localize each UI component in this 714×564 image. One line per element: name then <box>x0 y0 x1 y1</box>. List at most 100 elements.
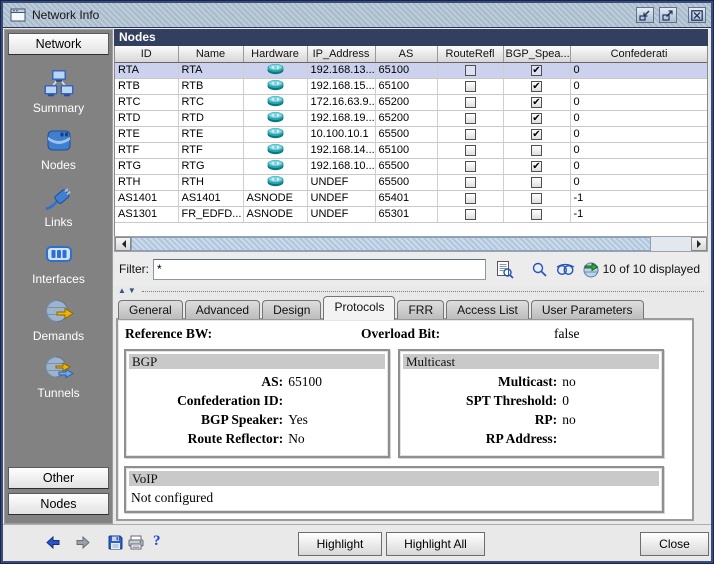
save-icon[interactable] <box>108 535 123 550</box>
column-header-name[interactable]: Name <box>178 46 243 62</box>
table-row-rtg[interactable]: RTGRTG192.168.10...65500✔0 <box>115 158 708 174</box>
column-header-hardware[interactable]: Hardware <box>243 46 307 62</box>
cell-confederation: 0 <box>570 174 708 190</box>
route-reflector-checkbox[interactable] <box>465 177 476 188</box>
cell-confederation: -1 <box>570 190 708 206</box>
bgp-speaker-checkbox[interactable]: ✔ <box>531 129 542 140</box>
router-icon <box>267 162 284 174</box>
tab-protocols[interactable]: Protocols <box>323 296 395 320</box>
highlight-all-button[interactable]: Highlight All <box>386 532 485 556</box>
highlight-button[interactable]: Highlight <box>298 532 382 556</box>
print-icon[interactable] <box>128 535 144 550</box>
tab-access-list[interactable]: Access List <box>446 300 529 319</box>
table-row-rtb[interactable]: RTBRTB192.168.15...65100✔0 <box>115 78 708 94</box>
bgp-field-label: Route Reflector: <box>126 429 283 448</box>
report-preview-icon[interactable] <box>495 260 514 279</box>
column-header-ip-address[interactable]: IP_Address <box>307 46 375 62</box>
route-reflector-checkbox[interactable] <box>465 81 476 92</box>
table-row-rtc[interactable]: RTCRTC172.16.63.9..65200✔0 <box>115 94 708 110</box>
cell-as: 65401 <box>375 190 437 206</box>
back-icon[interactable] <box>45 535 61 550</box>
summary-icon <box>44 68 74 99</box>
bgp-speaker-checkbox[interactable]: ✔ <box>531 97 542 108</box>
multicast-field-label: RP Address: <box>400 429 557 448</box>
tab-frr[interactable]: FRR <box>397 300 444 319</box>
cell-confederation: 0 <box>570 142 708 158</box>
cell-id: RTA <box>115 62 178 78</box>
route-reflector-checkbox[interactable] <box>465 65 476 76</box>
table-row-as1401[interactable]: AS1401AS1401ASNODEUNDEF65401-1 <box>115 190 708 206</box>
table-row-as1301[interactable]: AS1301FR_EDFD...ASNODEUNDEF65301-1 <box>115 206 708 222</box>
column-header-bgp-spea[interactable]: BGP_Spea... <box>503 46 570 62</box>
help-icon[interactable]: ? <box>153 533 161 550</box>
scroll-left-icon[interactable] <box>115 237 131 251</box>
route-reflector-checkbox[interactable] <box>465 113 476 124</box>
bgp-speaker-checkbox[interactable]: ✔ <box>531 113 542 124</box>
sidebar-item-links[interactable]: Links <box>5 182 112 229</box>
zoom-icon[interactable] <box>531 261 548 278</box>
column-header-routerefl[interactable]: RouteRefl <box>437 46 503 62</box>
sidebar-item-nodes[interactable]: Nodes <box>5 125 112 172</box>
multicast-field: RP:no <box>400 410 662 429</box>
table-horizontal-scrollbar[interactable] <box>114 236 708 252</box>
bgp-speaker-checkbox[interactable]: ✔ <box>531 65 542 76</box>
table-row-rth[interactable]: RTHRTHUNDEF655000 <box>115 174 708 190</box>
sidebar-item-interfaces[interactable]: Interfaces <box>5 239 112 286</box>
cell-hardware <box>243 158 307 174</box>
column-header-as[interactable]: AS <box>375 46 437 62</box>
bgp-speaker-checkbox[interactable] <box>531 145 542 156</box>
table-row-rta[interactable]: RTARTA192.168.13...65100✔0 <box>115 62 708 78</box>
nodes-panel-title: Nodes <box>114 29 708 46</box>
bgp-speaker-checkbox[interactable] <box>531 193 542 204</box>
table-row-rte[interactable]: RTERTE10.100.10.165500✔0 <box>115 126 708 142</box>
restore-icon[interactable] <box>659 7 677 23</box>
cell-hardware <box>243 62 307 78</box>
column-header-id[interactable]: ID <box>115 46 178 62</box>
route-reflector-checkbox[interactable] <box>465 145 476 156</box>
bgp-speaker-checkbox[interactable]: ✔ <box>531 81 542 92</box>
other-button[interactable]: Other <box>8 467 109 489</box>
nodes-table: IDNameHardwareIP_AddressASRouteReflBGP_S… <box>114 46 708 236</box>
bgp-speaker-checkbox[interactable] <box>531 209 542 220</box>
sidebar-item-label: Interfaces <box>32 272 85 286</box>
route-reflector-checkbox[interactable] <box>465 193 476 204</box>
cell-ip-address: UNDEF <box>307 206 375 222</box>
zoom-area-icon[interactable] <box>555 261 575 278</box>
route-reflector-checkbox[interactable] <box>465 97 476 108</box>
splitter-collapse-icons[interactable]: ▲▼ <box>118 287 138 295</box>
tab-general[interactable]: General <box>118 300 183 319</box>
scrollbar-thumb[interactable] <box>131 237 651 251</box>
forward-icon[interactable] <box>75 535 91 550</box>
table-row-rtf[interactable]: RTFRTF192.168.14...651000 <box>115 142 708 158</box>
network-button[interactable]: Network <box>8 33 109 55</box>
filter-input[interactable] <box>153 259 486 280</box>
sidebar-item-tunnels[interactable]: Tunnels <box>5 353 112 400</box>
router-icon <box>267 130 284 142</box>
world-refresh-icon[interactable] <box>582 261 600 278</box>
overload-bit-label: Overload Bit: <box>361 326 440 342</box>
route-reflector-checkbox[interactable] <box>465 129 476 140</box>
column-header-confederati[interactable]: Confederati <box>570 46 708 62</box>
sidebar-item-demands[interactable]: Demands <box>5 296 112 343</box>
bgp-speaker-checkbox[interactable]: ✔ <box>531 161 542 172</box>
route-reflector-checkbox[interactable] <box>465 209 476 220</box>
minimize-icon[interactable] <box>636 7 654 23</box>
nodes-view-button[interactable]: Nodes <box>8 493 109 515</box>
cell-name: RTE <box>178 126 243 142</box>
tab-advanced[interactable]: Advanced <box>185 300 260 319</box>
scroll-right-icon[interactable] <box>691 237 707 251</box>
cell-id: AS1401 <box>115 190 178 206</box>
window-titlebar[interactable]: Network Info <box>3 3 711 28</box>
cell-hardware <box>243 126 307 142</box>
overload-bit-value: false <box>554 326 579 342</box>
bgp-speaker-checkbox[interactable] <box>531 177 542 188</box>
sidebar-item-summary[interactable]: Summary <box>5 68 112 115</box>
splitter-bar[interactable]: ▲▼ <box>114 286 708 296</box>
close-button[interactable]: Close <box>640 532 709 556</box>
table-row-rtd[interactable]: RTDRTD192.168.19...65200✔0 <box>115 110 708 126</box>
cell-route-reflector <box>437 78 503 94</box>
close-icon[interactable] <box>688 7 706 23</box>
tab-user-parameters[interactable]: User Parameters <box>531 300 644 319</box>
tab-design[interactable]: Design <box>262 300 321 319</box>
route-reflector-checkbox[interactable] <box>465 161 476 172</box>
